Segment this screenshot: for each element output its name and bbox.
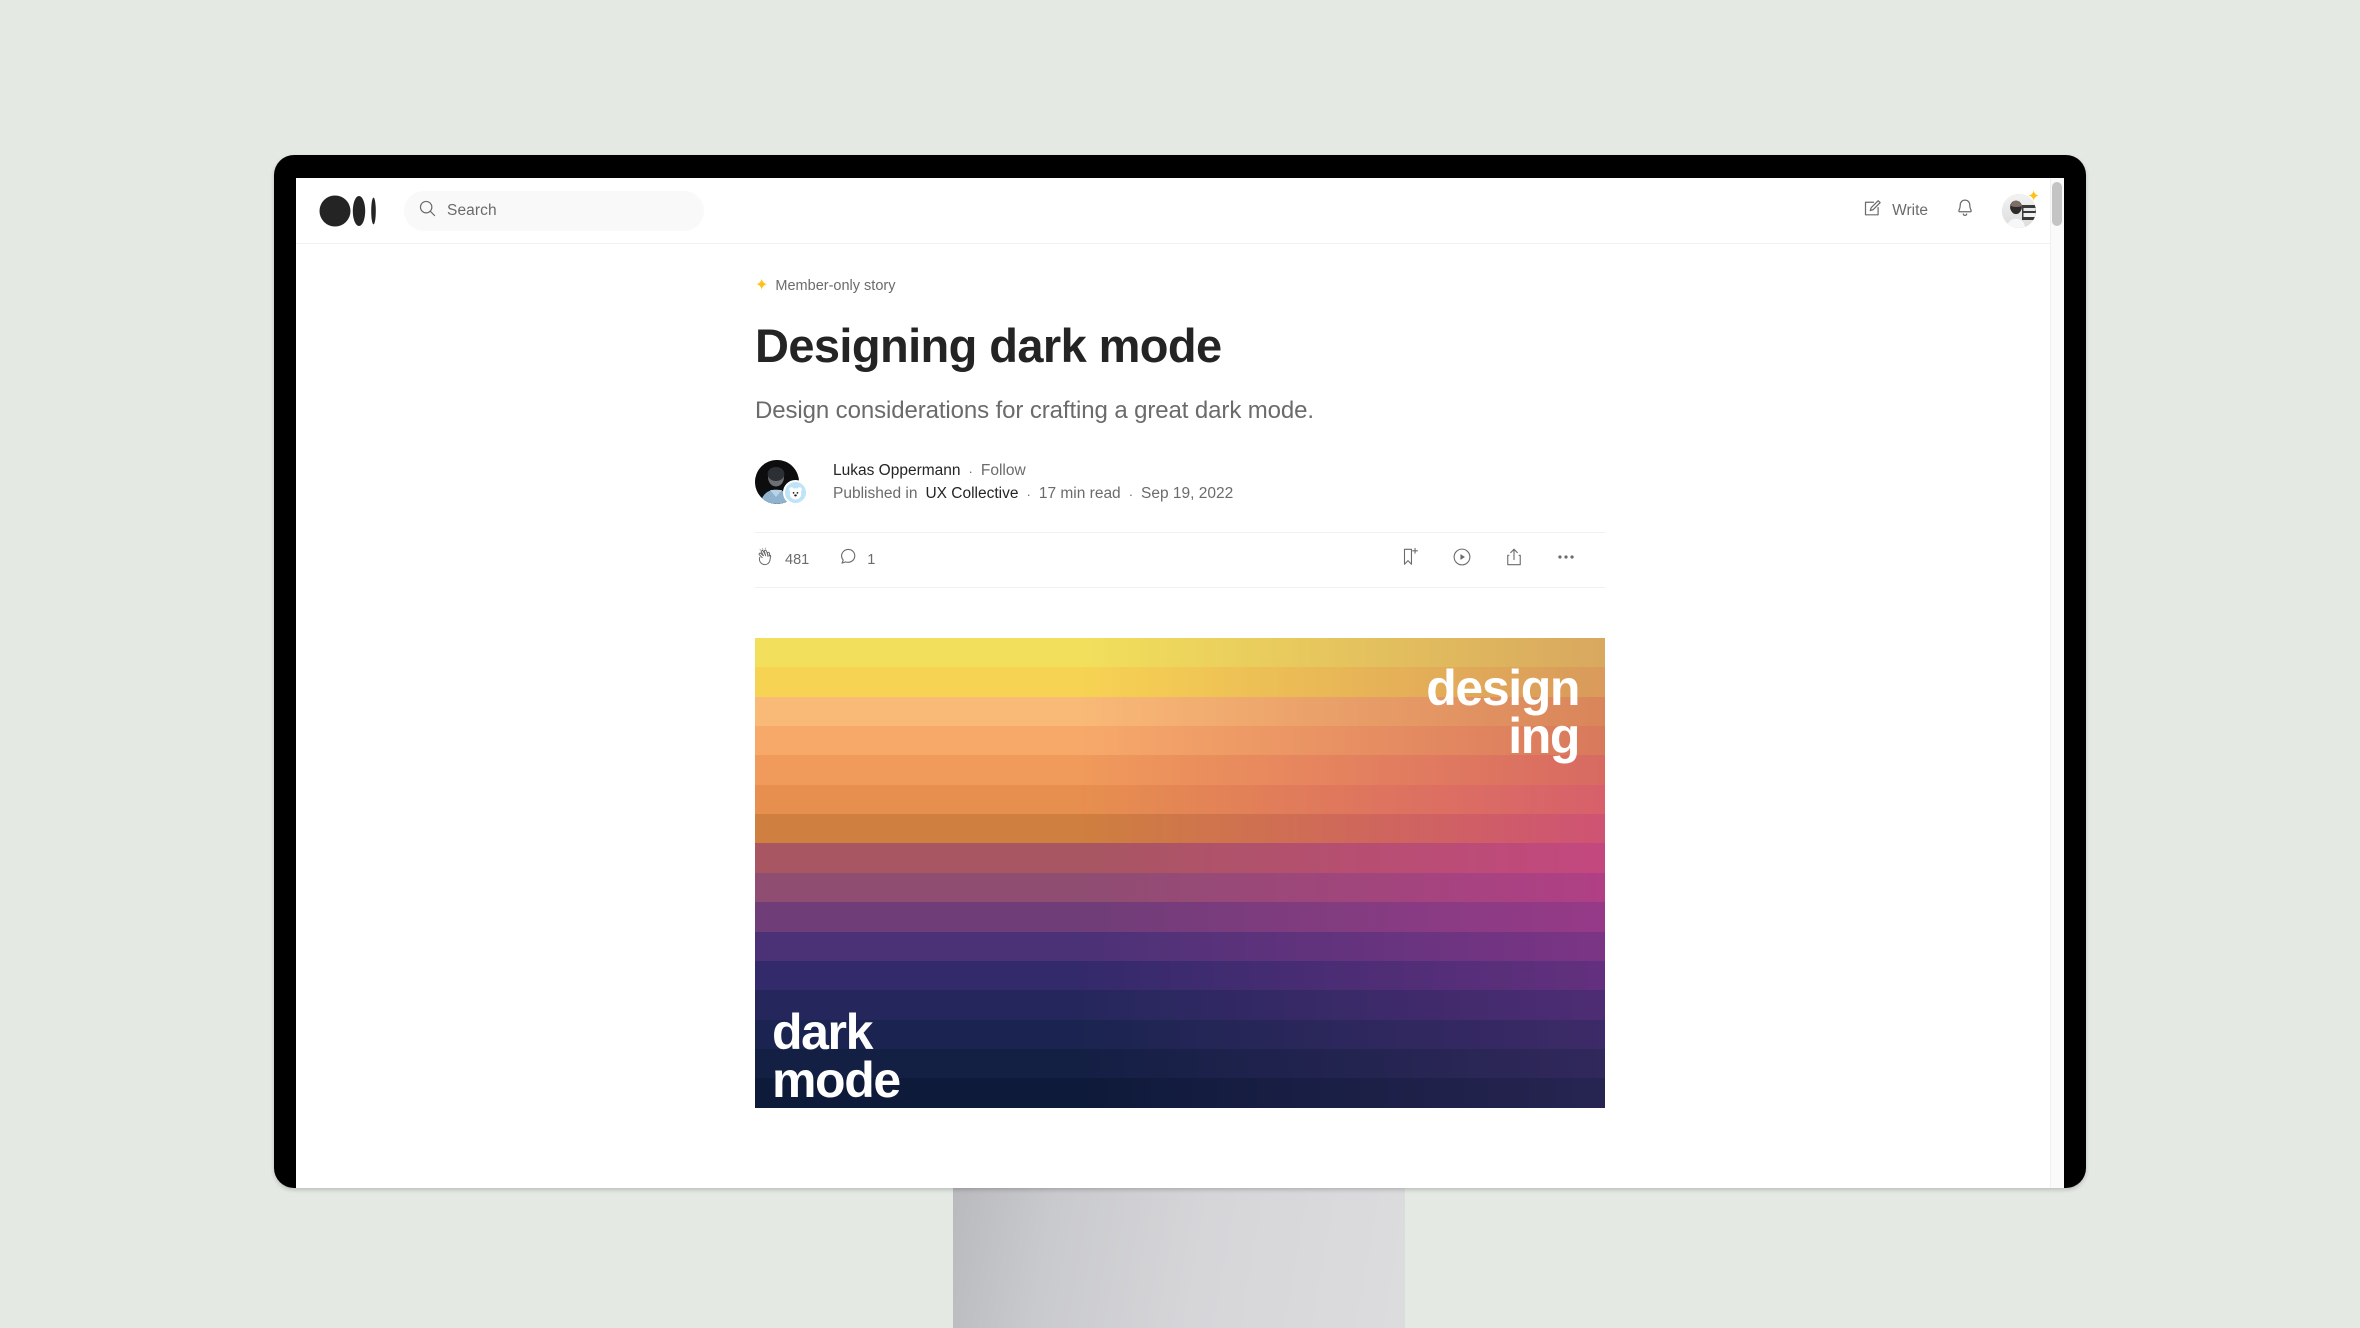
separator-dot: · <box>968 463 973 479</box>
hero-band <box>755 843 1605 873</box>
topbar-actions: Write ✦ <box>1862 189 2064 228</box>
comment-count: 1 <box>867 551 876 568</box>
notifications-button[interactable] <box>1954 197 1976 224</box>
published-in-label: Published in <box>833 485 918 503</box>
hero-band <box>755 784 1605 815</box>
screen: Search Write ✦ ✦ Member-only story Desig… <box>296 178 2064 1188</box>
more-options-button[interactable] <box>1555 546 1577 573</box>
write-pencil-icon <box>1862 198 1883 224</box>
hero-band <box>755 872 1605 903</box>
share-button[interactable] <box>1503 546 1525 573</box>
scrollbar-thumb[interactable] <box>2052 182 2062 226</box>
separator-dot: · <box>1026 486 1031 502</box>
monitor-stand <box>953 1188 1405 1328</box>
write-label: Write <box>1892 201 1928 219</box>
follow-button[interactable]: Follow <box>981 462 1026 480</box>
publish-date: Sep 19, 2022 <box>1141 485 1234 503</box>
article-subtitle: Design considerations for crafting a gre… <box>755 396 1314 424</box>
byline-author-row: Lukas Oppermann · Follow <box>833 462 1233 480</box>
byline-meta-row: Published in UX Collective · 17 min read… <box>833 485 1233 503</box>
write-button[interactable]: Write <box>1862 198 1928 224</box>
article-hero-image: design ing dark mode <box>755 637 1605 1108</box>
article-action-bar: 481 1 <box>755 531 1605 588</box>
bell-icon <box>1954 197 1976 224</box>
listen-button[interactable] <box>1451 546 1473 573</box>
publication-link[interactable]: UX Collective <box>925 485 1018 503</box>
member-only-badge: ✦ Member-only story <box>755 277 1605 295</box>
hero-word-darkmode: dark mode <box>772 1007 901 1105</box>
byline-avatar-group <box>755 459 817 506</box>
bookmark-add-icon <box>1399 546 1421 573</box>
hero-word-line2: mode <box>772 1051 901 1108</box>
member-star-icon: ✦ <box>755 277 769 294</box>
member-only-label: Member-only story <box>775 278 896 294</box>
medium-logo-icon[interactable] <box>318 194 380 228</box>
clap-button[interactable]: 481 <box>755 546 809 573</box>
play-circle-icon <box>1451 546 1473 573</box>
bookmark-add-button[interactable] <box>1399 546 1421 573</box>
hero-word-designing: design ing <box>1426 663 1580 761</box>
separator-dot: · <box>1128 486 1134 502</box>
user-avatar[interactable]: ✦ <box>2002 189 2040 228</box>
hero-band <box>755 814 1605 844</box>
hero-band <box>755 902 1605 932</box>
hero-band <box>755 931 1605 961</box>
scene: Search Write ✦ ✦ Member-only story Desig… <box>0 0 2360 1328</box>
hero-band <box>755 960 1605 991</box>
read-time: 17 min read <box>1038 485 1121 503</box>
page-title: Designing dark mode <box>755 319 1222 372</box>
comment-button[interactable]: 1 <box>837 546 875 573</box>
action-bar-left: 481 1 <box>755 546 875 573</box>
action-bar-right <box>1399 546 1605 573</box>
search-icon <box>418 199 437 223</box>
author-name[interactable]: Lukas Oppermann <box>833 462 961 480</box>
search-input[interactable]: Search <box>404 190 704 231</box>
clap-count: 481 <box>785 551 810 568</box>
monitor-bezel: Search Write ✦ ✦ Member-only story Desig… <box>274 155 2086 1188</box>
byline: Lukas Oppermann · Follow Published in UX… <box>755 459 1605 506</box>
publication-avatar[interactable] <box>783 479 808 505</box>
top-navigation-bar: Search Write ✦ <box>296 178 2064 244</box>
member-star-icon: ✦ <box>2027 187 2040 205</box>
article-column: ✦ Member-only story Designing dark mode … <box>755 244 1605 1108</box>
clap-icon <box>755 546 777 573</box>
search-placeholder: Search <box>447 201 497 219</box>
hero-word-line2: ing <box>1508 707 1580 764</box>
byline-text: Lukas Oppermann · Follow Published in UX… <box>833 462 1233 503</box>
more-horizontal-icon <box>1555 546 1577 573</box>
share-upload-icon <box>1503 546 1525 573</box>
comment-icon <box>837 546 859 573</box>
scrollbar-track[interactable] <box>2050 178 2064 1188</box>
article-scroll-region[interactable]: ✦ Member-only story Designing dark mode … <box>296 244 2064 1188</box>
